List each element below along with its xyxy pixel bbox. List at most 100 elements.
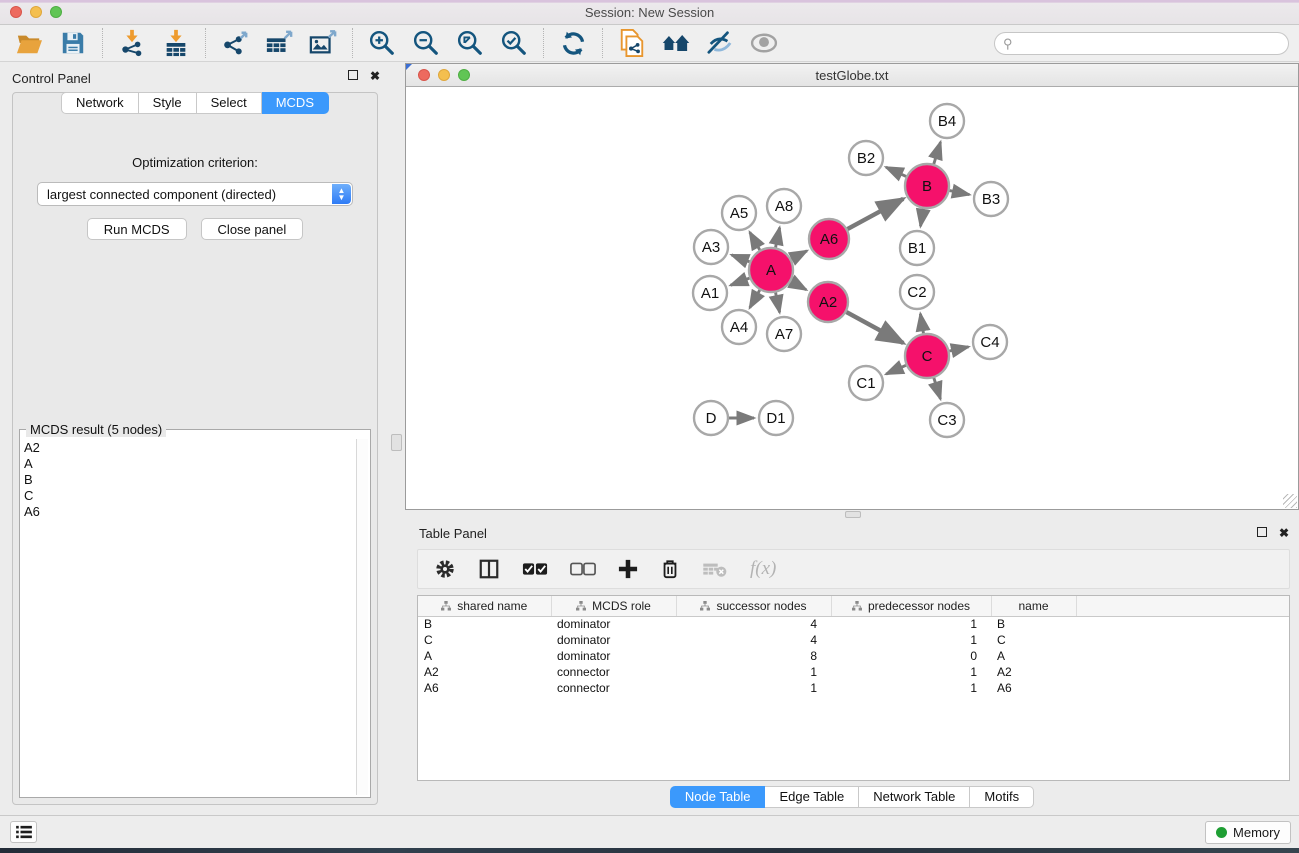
zoom-out-icon[interactable] — [411, 28, 441, 58]
zoom-selected-icon[interactable] — [499, 28, 529, 58]
graph-edge-A-A5[interactable] — [750, 232, 760, 250]
column-mcds-role[interactable]: MCDS role — [551, 596, 676, 616]
graph-node-A8[interactable]: A8 — [767, 189, 801, 223]
table-cell[interactable]: dominator — [551, 632, 676, 648]
close-panel-button[interactable]: Close panel — [201, 218, 304, 240]
table-row[interactable]: A6connector11A6 — [418, 680, 1289, 696]
import-network-icon[interactable] — [117, 28, 147, 58]
graph-edge-A-A4[interactable] — [750, 290, 760, 308]
show-column-panel-icon[interactable] — [478, 558, 500, 580]
table-row[interactable]: Adominator80A — [418, 648, 1289, 664]
mcds-result-item[interactable]: B — [24, 472, 354, 488]
table-cell[interactable]: 1 — [676, 680, 831, 696]
table-cell[interactable]: 4 — [676, 632, 831, 648]
delete-column-icon[interactable] — [660, 558, 680, 580]
graph-edge-C-C4[interactable] — [949, 347, 968, 351]
graph-node-B[interactable]: B — [905, 164, 949, 208]
column-successor-nodes[interactable]: successor nodes — [676, 596, 831, 616]
graph-edge-A6-B[interactable] — [847, 199, 903, 229]
table-cell[interactable]: 8 — [676, 648, 831, 664]
graph-node-B1[interactable]: B1 — [900, 231, 934, 265]
table-cell[interactable]: 1 — [831, 664, 991, 680]
run-mcds-button[interactable]: Run MCDS — [87, 218, 187, 240]
criterion-select[interactable]: largest connected component (directed) ▲… — [37, 182, 353, 206]
mcds-result-item[interactable]: A — [24, 456, 354, 472]
graph-edge-A-A3[interactable] — [732, 255, 750, 262]
delete-table-icon[interactable] — [702, 560, 728, 578]
mcds-result-item[interactable]: A6 — [24, 504, 354, 520]
table-cell[interactable]: A2 — [991, 664, 1076, 680]
tab-mcds[interactable]: MCDS — [262, 92, 329, 114]
table-cell[interactable] — [1076, 680, 1289, 696]
divider-handle[interactable] — [845, 511, 861, 518]
graph-node-A1[interactable]: A1 — [693, 276, 727, 310]
close-panel-icon[interactable]: ✖ — [370, 70, 380, 82]
graph-edge-A-A6[interactable] — [791, 251, 807, 259]
table-cell[interactable] — [1076, 632, 1289, 648]
tab-network[interactable]: Network — [61, 92, 139, 114]
graph-node-B4[interactable]: B4 — [930, 104, 964, 138]
export-table-icon[interactable] — [264, 28, 294, 58]
graph-edge-A-A1[interactable] — [731, 278, 750, 285]
export-image-icon[interactable] — [308, 28, 338, 58]
graph-edge-A-A2[interactable] — [791, 281, 806, 290]
function-builder-icon[interactable]: f(x) — [750, 558, 776, 580]
tab-select[interactable]: Select — [197, 92, 262, 114]
graph-node-B2[interactable]: B2 — [849, 141, 883, 175]
task-history-button[interactable] — [10, 821, 37, 843]
column-name[interactable]: name — [991, 596, 1076, 616]
table-row[interactable]: Cdominator41C — [418, 632, 1289, 648]
network-canvas[interactable]: B4B2BB3A8A5A6B1A3AA1C2A2A4A7C4CC1DD1C3 — [406, 88, 1298, 509]
network-window-title-bar[interactable]: testGlobe.txt — [406, 64, 1298, 87]
tab-node-table[interactable]: Node Table — [670, 786, 766, 808]
graph-edge-B-B1[interactable] — [921, 209, 924, 227]
table-cell[interactable]: A — [991, 648, 1076, 664]
table-cell[interactable]: connector — [551, 680, 676, 696]
divider-handle[interactable] — [391, 434, 402, 451]
resize-grip-icon[interactable] — [1283, 494, 1297, 508]
table-settings-icon[interactable] — [434, 558, 456, 580]
deselect-all-columns-icon[interactable] — [570, 562, 596, 576]
column-shared-name[interactable]: shared name — [418, 596, 551, 616]
tab-network-table[interactable]: Network Table — [859, 786, 970, 808]
tab-style[interactable]: Style — [139, 92, 197, 114]
duplicate-network-icon[interactable] — [617, 28, 647, 58]
show-all-icon[interactable] — [749, 28, 779, 58]
apply-layout-icon[interactable] — [558, 28, 588, 58]
table-cell[interactable] — [1076, 648, 1289, 664]
mcds-result-item[interactable]: C — [24, 488, 354, 504]
graph-node-A[interactable]: A — [749, 248, 793, 292]
graph-node-A3[interactable]: A3 — [694, 230, 728, 264]
table-cell[interactable]: A2 — [418, 664, 551, 680]
graph-node-C1[interactable]: C1 — [849, 366, 883, 400]
graph-edge-B-B2[interactable] — [886, 167, 906, 176]
table-cell[interactable]: C — [991, 632, 1076, 648]
graph-edge-C-C3[interactable] — [934, 378, 941, 399]
table-cell[interactable]: dominator — [551, 648, 676, 664]
table-cell[interactable]: 1 — [831, 680, 991, 696]
graph-edge-A-A7[interactable] — [776, 293, 780, 313]
table-cell[interactable] — [1076, 616, 1289, 632]
mcds-result-item[interactable]: A2 — [24, 440, 354, 456]
graph-edge-B-B4[interactable] — [934, 142, 941, 164]
search-input[interactable] — [994, 32, 1289, 55]
graph-edge-C-C1[interactable] — [886, 365, 906, 374]
table-cell[interactable]: 4 — [676, 616, 831, 632]
graph-node-A7[interactable]: A7 — [767, 317, 801, 351]
graph-edge-A-A8[interactable] — [776, 228, 780, 248]
import-table-icon[interactable] — [161, 28, 191, 58]
memory-button[interactable]: Memory — [1205, 821, 1291, 844]
graph-node-A4[interactable]: A4 — [722, 310, 756, 344]
graph-edge-B-B3[interactable] — [950, 191, 970, 195]
zoom-in-icon[interactable] — [367, 28, 397, 58]
graph-node-D[interactable]: D — [694, 401, 728, 435]
graph-node-B3[interactable]: B3 — [974, 182, 1008, 216]
tab-motifs[interactable]: Motifs — [970, 786, 1034, 808]
vertical-split-divider[interactable] — [390, 62, 405, 815]
first-neighbors-icon[interactable] — [661, 28, 691, 58]
graph-edge-A2-C[interactable] — [846, 312, 903, 343]
graph-node-C[interactable]: C — [905, 334, 949, 378]
table-row[interactable]: Bdominator41B — [418, 616, 1289, 632]
create-column-icon[interactable] — [618, 559, 638, 579]
tab-edge-table[interactable]: Edge Table — [765, 786, 859, 808]
